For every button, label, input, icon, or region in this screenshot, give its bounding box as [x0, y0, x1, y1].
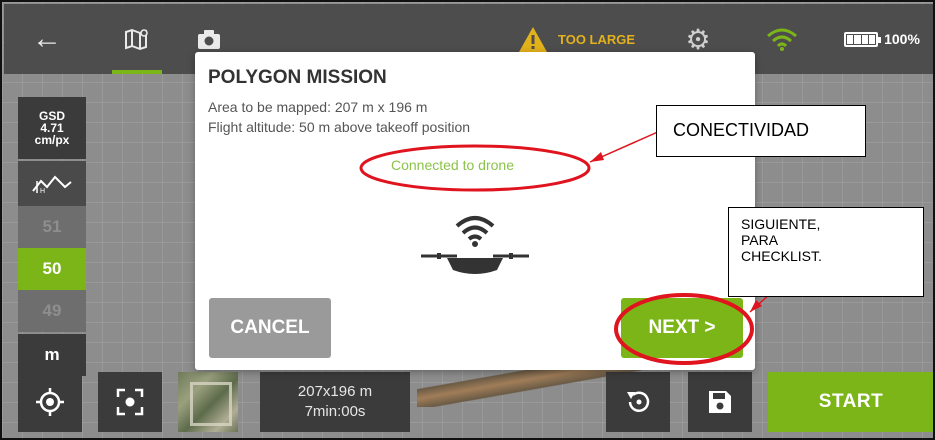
next-callout-line-2: PARA [741, 232, 779, 248]
back-button[interactable]: ← [24, 4, 70, 74]
altitude-option-below[interactable]: 49 [18, 290, 86, 332]
altitude-text: Flight altitude: 50 m above takeoff posi… [208, 119, 471, 135]
map-icon [125, 28, 148, 51]
wifi-icon [767, 28, 797, 51]
focus-frame-button[interactable] [98, 372, 162, 432]
focus-frame-icon [116, 388, 144, 416]
connectivity-callout: CONECTIVIDAD [656, 105, 866, 157]
save-icon [709, 391, 731, 413]
map-thumbnail[interactable] [178, 372, 238, 432]
gear-icon: ⚙ [685, 23, 711, 55]
active-tab-indicator [112, 70, 162, 74]
cancel-button[interactable]: CANCEL [209, 298, 331, 358]
area-text: Area to be mapped: 207 m x 196 m [208, 99, 428, 115]
start-button[interactable]: START [768, 372, 933, 432]
next-callout-line-3: CHECKLIST. [741, 248, 822, 264]
svg-text:H: H [40, 188, 45, 195]
polygon-mission-dialog: POLYGON MISSION Area to be mapped: 207 m… [195, 52, 755, 370]
map-tab-button[interactable] [112, 4, 162, 74]
warning-icon [519, 26, 547, 52]
undo-icon [627, 391, 650, 412]
altitude-option-selected[interactable]: 50 [18, 248, 86, 290]
locate-button[interactable] [18, 372, 82, 432]
connection-indicator [760, 4, 804, 74]
altitude-option-above[interactable]: 51 [18, 206, 86, 248]
connection-status: Connected to drone [391, 157, 514, 173]
save-button[interactable] [688, 372, 752, 432]
left-panel: GSD 4.71 cm/px H 51 50 49 m [18, 97, 86, 376]
battery-icon [844, 31, 882, 47]
next-callout: SIGUIENTE, PARA CHECKLIST. [728, 207, 924, 297]
battery-percent: 100% [884, 31, 920, 47]
dialog-title: POLYGON MISSION [208, 67, 387, 88]
warning-text: TOO LARGE [558, 31, 636, 47]
terrain-button[interactable]: H [18, 161, 86, 206]
summary-size: 207x196 m [297, 383, 373, 400]
drone-icon [421, 216, 529, 274]
camera-icon [198, 30, 220, 49]
mission-summary: 207x196 m 7min:00s [260, 372, 410, 432]
next-button[interactable]: NEXT > [621, 298, 743, 358]
next-callout-line-1: SIGUIENTE, [741, 216, 821, 232]
undo-button[interactable] [606, 372, 670, 432]
back-arrow-icon: ← [32, 22, 62, 55]
locate-icon [36, 388, 64, 416]
terrain-icon: H [32, 175, 72, 195]
summary-time: 7min:00s [304, 403, 366, 420]
battery-indicator: 100% [832, 4, 932, 74]
unit-toggle[interactable]: m [18, 334, 86, 376]
app-frame: ← TOO LARGE ⚙ 100% GSD 4.71 cm/px H 51 5… [0, 0, 935, 440]
gsd-display: GSD 4.71 cm/px [18, 97, 86, 159]
gsd-unit: cm/px [34, 133, 70, 147]
